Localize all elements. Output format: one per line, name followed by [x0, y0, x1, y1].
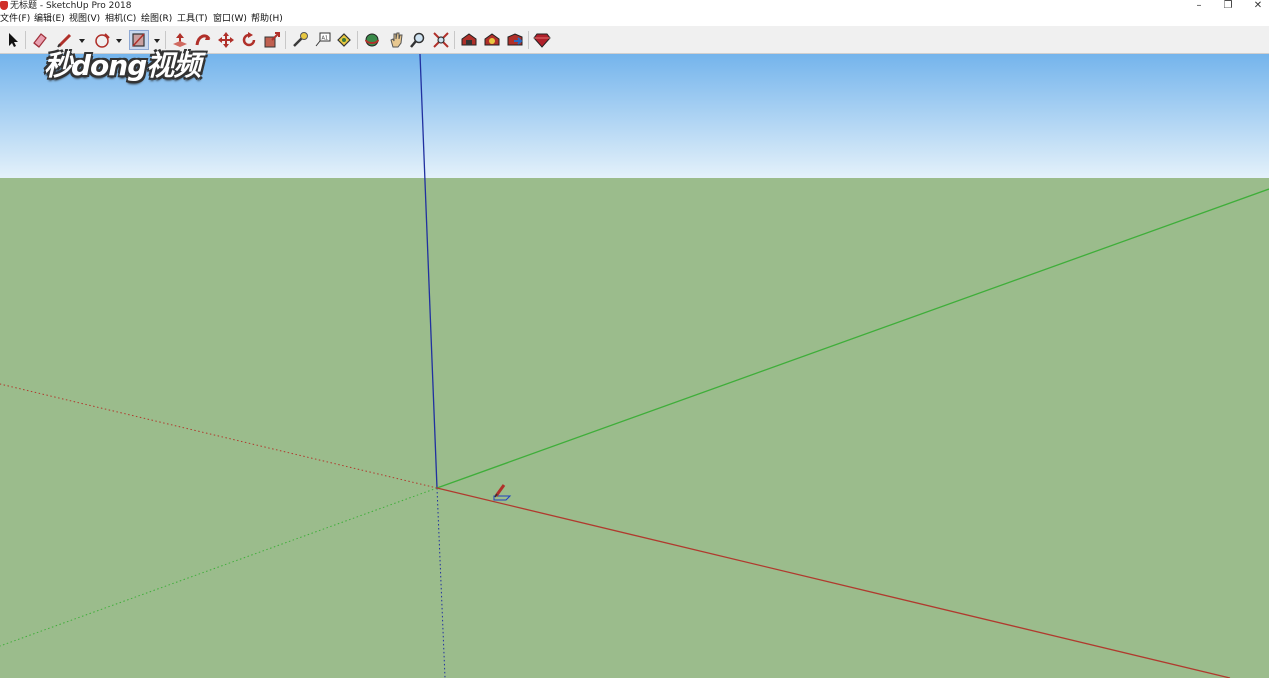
- sketchup-logo-icon: [0, 1, 8, 10]
- scale-icon[interactable]: [262, 30, 282, 50]
- red-axis-positive: [436, 487, 1231, 678]
- warehouse-icon[interactable]: [459, 30, 479, 50]
- window-title: 无标题 - SketchUp Pro 2018: [10, 1, 132, 11]
- model-axes: [0, 54, 1269, 678]
- rotate-icon[interactable]: [239, 30, 259, 50]
- toolbar-separator: [285, 31, 286, 49]
- pan-icon[interactable]: [386, 30, 406, 50]
- green-axis-negative: [0, 487, 438, 647]
- menu-draw[interactable]: 绘图(R): [141, 12, 172, 26]
- rectangle-tool-cursor-icon: [493, 484, 512, 501]
- red-axis-negative: [0, 383, 438, 489]
- menu-help[interactable]: 帮助(H): [251, 12, 283, 26]
- toolbar-separator: [528, 31, 529, 49]
- zoom-icon[interactable]: [408, 30, 428, 50]
- share-model-icon[interactable]: [505, 30, 525, 50]
- title-bar: 无标题 - SketchUp Pro 2018 – ❐ ✕: [0, 0, 1269, 12]
- restore-button[interactable]: ❐: [1213, 0, 1243, 12]
- select-arrow-icon[interactable]: [3, 30, 23, 50]
- svg-text:A1: A1: [322, 36, 329, 42]
- tape-measure-icon[interactable]: [290, 30, 310, 50]
- blue-axis-negative: [436, 487, 446, 678]
- drawing-viewport[interactable]: [0, 54, 1269, 678]
- video-watermark-logo: 秒dong视频: [44, 49, 201, 82]
- menu-window[interactable]: 窗口(W): [213, 12, 247, 26]
- menu-tools[interactable]: 工具(T): [177, 12, 208, 26]
- orbit-icon[interactable]: [362, 30, 382, 50]
- menu-bar: 文件(F) 编辑(E) 视图(V) 相机(C) 绘图(R) 工具(T) 窗口(W…: [0, 12, 1269, 26]
- menu-view[interactable]: 视图(V): [69, 12, 100, 26]
- zoom-extents-icon[interactable]: [431, 30, 451, 50]
- menu-file[interactable]: 文件(F): [0, 12, 30, 26]
- menu-camera[interactable]: 相机(C): [105, 12, 136, 26]
- toolbar-separator: [357, 31, 358, 49]
- paint-bucket-icon[interactable]: [334, 30, 354, 50]
- menu-edit[interactable]: 编辑(E): [34, 12, 65, 26]
- extension-warehouse-icon[interactable]: [482, 30, 502, 50]
- green-axis-positive: [436, 188, 1269, 489]
- toolbar-separator: [454, 31, 455, 49]
- minimize-button[interactable]: –: [1184, 0, 1214, 12]
- close-button[interactable]: ✕: [1243, 0, 1269, 12]
- text-label-icon[interactable]: A1: [313, 30, 333, 50]
- blue-axis-positive: [419, 54, 438, 489]
- move-icon[interactable]: [216, 30, 236, 50]
- toolbar-separator: [25, 31, 26, 49]
- ruby-extension-icon[interactable]: [532, 30, 552, 50]
